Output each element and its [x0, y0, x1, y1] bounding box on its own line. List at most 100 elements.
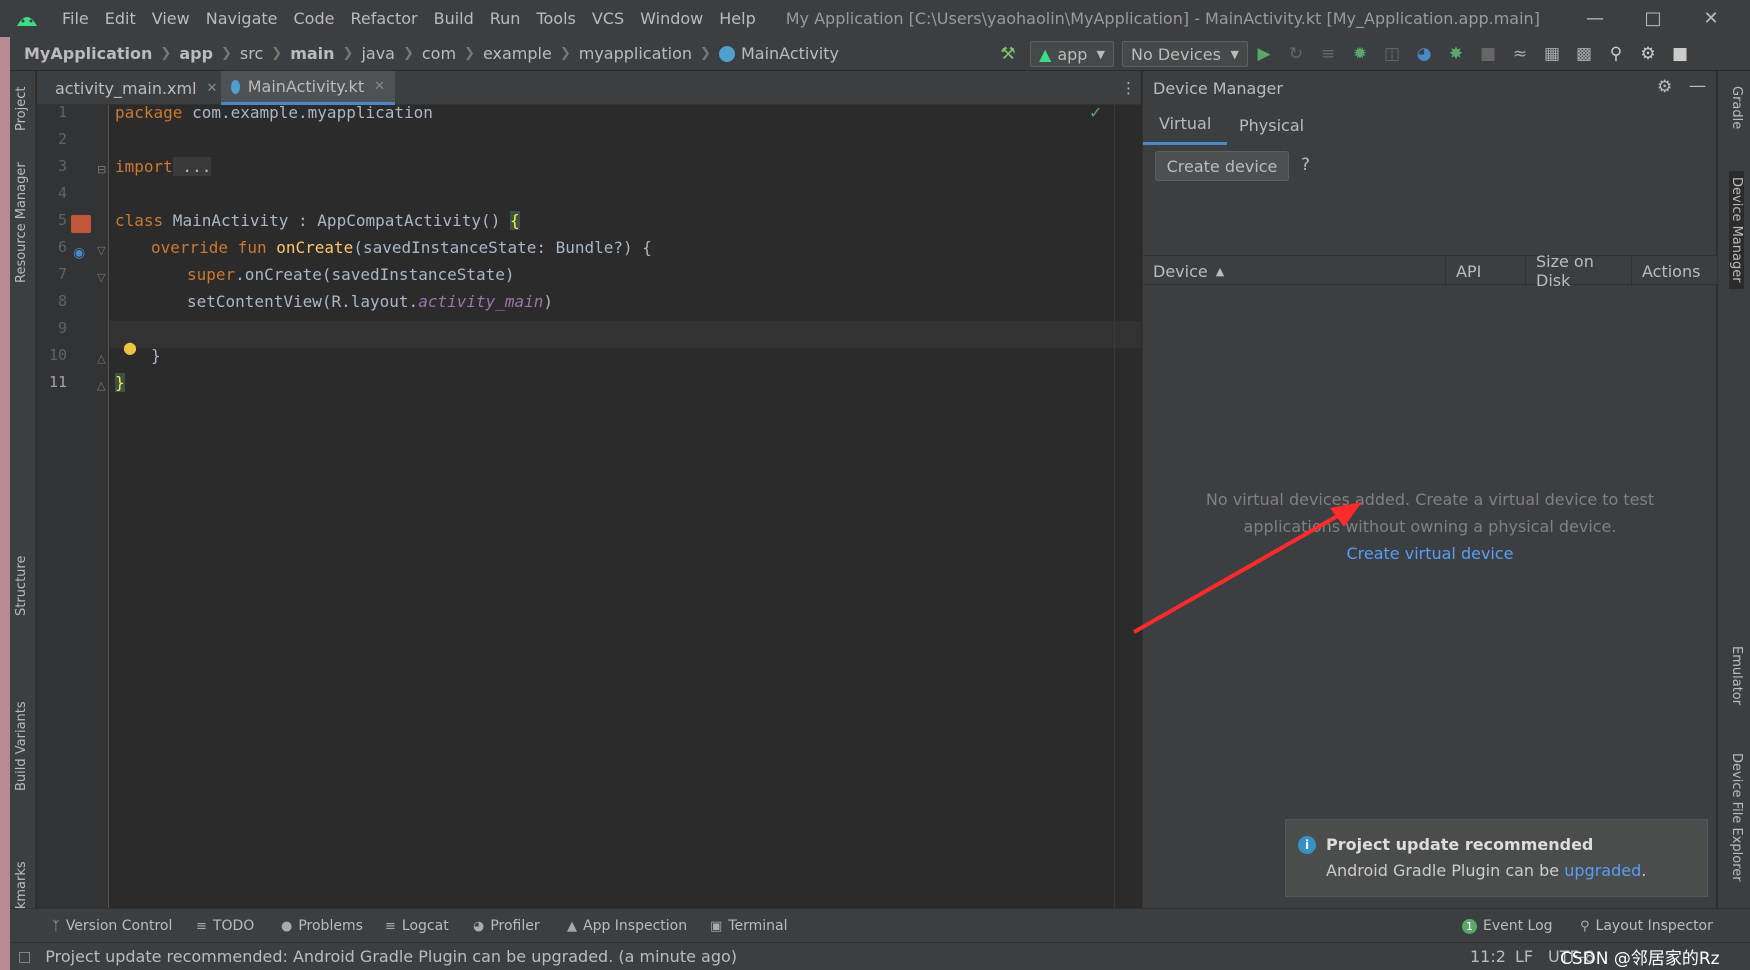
tool-profiler[interactable]: ◕ Profiler [473, 909, 540, 943]
close-window-icon[interactable]: ✕ [1682, 0, 1740, 37]
fold-marker-icon[interactable]: △ [97, 352, 105, 365]
breadcrumb-java[interactable]: java [361, 44, 395, 63]
upgrade-link[interactable]: upgraded [1564, 861, 1641, 880]
apply-changes-icon[interactable]: ≡ [1312, 37, 1344, 71]
tool-event-log[interactable]: 1 Event Log [1462, 909, 1553, 943]
stop-icon[interactable]: ■ [1472, 37, 1504, 71]
breadcrumb-app[interactable]: app [179, 44, 213, 63]
tool-gradle[interactable]: Gradle [1729, 86, 1744, 129]
more-tabs-icon[interactable]: ⋮ [1121, 71, 1136, 105]
tab-physical[interactable]: Physical [1223, 105, 1320, 145]
menu-file[interactable]: File [54, 0, 97, 37]
create-device-button[interactable]: Create device [1155, 151, 1289, 181]
close-tab-icon[interactable]: ✕ [207, 81, 218, 96]
coverage-icon[interactable]: ◫ [1376, 37, 1408, 71]
rerun-icon[interactable]: ↻ [1280, 37, 1312, 71]
breadcrumb-example[interactable]: example [483, 44, 552, 63]
fold-marker-icon[interactable]: △ [97, 379, 105, 392]
panel-toggle-icon[interactable]: □ [18, 949, 31, 965]
breadcrumb-project[interactable]: MyApplication [24, 44, 152, 63]
chevron-down-icon: ▼ [1096, 47, 1105, 61]
fold-marker-icon[interactable]: ⊟ [97, 163, 106, 176]
tab-virtual-label: Virtual [1159, 114, 1212, 133]
tab-virtual[interactable]: Virtual [1143, 105, 1228, 145]
menu-window[interactable]: Window [632, 0, 711, 37]
run-play-icon[interactable]: ▶ [1248, 37, 1280, 71]
menu-run[interactable]: Run [482, 0, 529, 37]
close-tab-icon[interactable]: ✕ [374, 79, 385, 94]
tool-layout-inspector[interactable]: ⚲ Layout Inspector [1580, 909, 1713, 943]
minimize-panel-icon[interactable]: — [1689, 76, 1706, 96]
breadcrumb-src[interactable]: src [240, 44, 263, 63]
tool-emulator[interactable]: Emulator [1729, 646, 1744, 705]
menu-tools[interactable]: Tools [528, 0, 583, 37]
tool-problems[interactable]: ● Problems [281, 909, 363, 943]
tool-device-file-explorer[interactable]: Device File Explorer [1729, 753, 1744, 882]
code-text: MainActivity : AppCompatActivity() [163, 211, 510, 230]
tool-logcat[interactable]: ≡ Logcat [385, 909, 449, 943]
tool-build-variants[interactable]: Build Variants [14, 701, 29, 791]
tool-todo[interactable]: ≡ TODO [196, 909, 254, 943]
menu-help[interactable]: Help [711, 0, 763, 37]
menu-navigate[interactable]: Navigate [198, 0, 286, 37]
folded-imports[interactable]: ... [172, 157, 212, 176]
tool-structure[interactable]: Structure [14, 556, 29, 616]
breadcrumb-main[interactable]: main [290, 44, 334, 63]
search-icon[interactable]: ⚲ [1600, 37, 1632, 71]
attach-debugger-icon[interactable]: ✸ [1440, 37, 1472, 71]
menu-refactor[interactable]: Refactor [342, 0, 425, 37]
code-line-3: import ... [115, 153, 212, 180]
tool-version-control[interactable]: ᛉ Version Control [52, 909, 172, 943]
profile-gauge-icon[interactable]: ◕ [1408, 37, 1440, 71]
device-manager-header: Device Manager ⚙ — [1143, 71, 1717, 105]
menu-view[interactable]: View [144, 0, 198, 37]
tool-terminal[interactable]: ▣ Terminal [710, 909, 787, 943]
column-size-on-disk[interactable]: Size on Disk [1526, 252, 1632, 290]
gradle-sync-icon[interactable]: ≈ [1504, 37, 1536, 71]
avatar-icon[interactable]: ■ [1664, 37, 1696, 71]
line-separator[interactable]: LF [1515, 947, 1533, 966]
keyword: override [151, 238, 229, 257]
help-icon[interactable]: ? [1301, 155, 1310, 175]
tool-project[interactable]: Project [14, 87, 29, 131]
caret-position[interactable]: 11:2 [1470, 947, 1506, 966]
no-problems-check-icon[interactable]: ✓ [1089, 103, 1102, 122]
project-update-notification: i Project update recommended Android Gra… [1285, 819, 1708, 897]
device-manager-icon[interactable]: ▦ [1536, 37, 1568, 71]
lightbulb-icon[interactable]: ● [123, 338, 137, 357]
tool-device-manager[interactable]: Device Manager [1729, 171, 1744, 289]
breadcrumb-myapplication[interactable]: myapplication [579, 44, 692, 63]
minimize-icon[interactable]: — [1566, 0, 1624, 37]
activity-layout-icon[interactable] [71, 215, 91, 233]
line-number: 11 [48, 373, 67, 391]
gear-icon[interactable]: ⚙ [1632, 37, 1664, 71]
code-line-11: } [115, 369, 125, 396]
sdk-manager-icon[interactable]: ▩ [1568, 37, 1600, 71]
column-device[interactable]: Device ▲ [1143, 256, 1446, 286]
column-actions[interactable]: Actions [1632, 256, 1717, 286]
menu-edit[interactable]: Edit [97, 0, 144, 37]
build-hammer-icon[interactable]: ⚒ [992, 37, 1024, 71]
override-marker-icon[interactable]: ◉ [73, 245, 85, 261]
breadcrumb-mainactivity[interactable]: MainActivity [741, 44, 839, 63]
maximize-icon[interactable]: □ [1624, 0, 1682, 37]
device-select[interactable]: No Devices ▼ [1122, 41, 1248, 67]
code-editor[interactable]: 1 2 3 4 5 6 7 8 9 10 11 ◉ ● ⊟ ▽ ▽ △ △ pa… [37, 103, 1141, 908]
menu-code[interactable]: Code [286, 0, 343, 37]
desktop-background-edge [0, 37, 10, 970]
status-message[interactable]: Project update recommended: Android Grad… [45, 947, 737, 966]
event-log-badge: 1 [1462, 918, 1477, 934]
gear-icon[interactable]: ⚙ [1657, 77, 1672, 97]
breadcrumb-com[interactable]: com [422, 44, 456, 63]
create-virtual-device-link[interactable]: Create virtual device [1143, 540, 1717, 567]
empty-state-line: No virtual devices added. Create a virtu… [1205, 490, 1655, 509]
column-api[interactable]: API [1446, 256, 1526, 286]
run-config-select[interactable]: ▲ app ▼ [1030, 41, 1114, 67]
menu-build[interactable]: Build [426, 0, 482, 37]
tool-resource-manager[interactable]: Resource Manager [14, 162, 29, 283]
debug-bug-icon[interactable]: ✹ [1344, 37, 1376, 71]
menu-vcs[interactable]: VCS [584, 0, 632, 37]
tool-app-inspection[interactable]: ▲ App Inspection [567, 909, 687, 943]
fold-marker-icon[interactable]: ▽ [97, 244, 105, 257]
fold-marker-icon[interactable]: ▽ [97, 271, 105, 284]
